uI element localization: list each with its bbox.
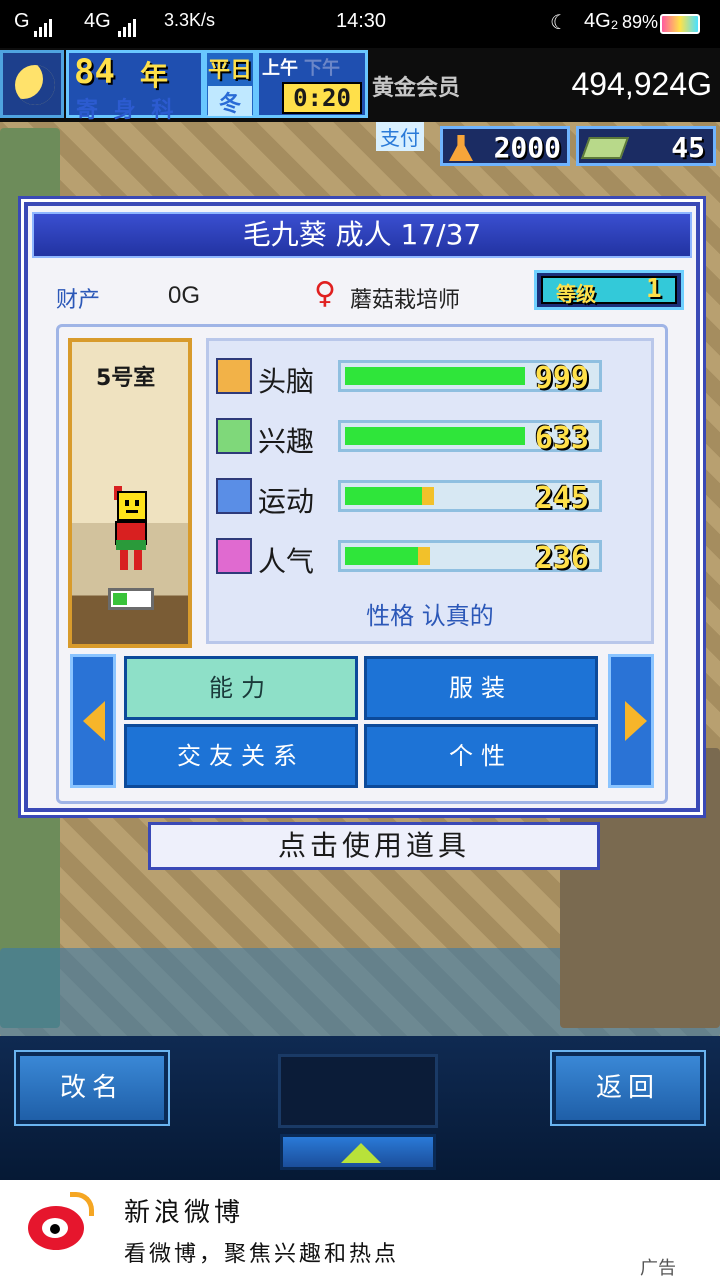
stat-bar: 236 xyxy=(338,540,602,576)
year-label: 年 xyxy=(140,59,169,92)
stat-name: 兴趣 xyxy=(258,425,315,458)
tab-personality[interactable]: 个性 xyxy=(364,724,598,788)
year-value: 84 xyxy=(74,52,115,92)
stat-value: 633 xyxy=(534,421,589,456)
vip-label: 黄金会员 xyxy=(372,76,461,101)
am-label: 上午 xyxy=(262,58,298,79)
flask-icon xyxy=(449,135,473,161)
dialog-title: 毛九葵 成人 17/37 xyxy=(32,212,692,258)
day-type: 平日 xyxy=(208,58,253,83)
status-time: 14:30 xyxy=(336,10,387,32)
room-label: 5号室 xyxy=(96,366,156,391)
stat-value: 245 xyxy=(534,481,589,516)
stat-value: 236 xyxy=(534,541,589,576)
carrier-1: G xyxy=(14,10,30,32)
ticket-value: 45 xyxy=(671,131,705,164)
center-slot xyxy=(278,1054,438,1128)
weekday-strip: 寄 身 科 xyxy=(76,98,178,123)
job-label: 蘑菇栽培师 xyxy=(350,288,461,313)
arrow-right-icon xyxy=(625,701,647,741)
moon-icon: ☾ xyxy=(550,12,568,34)
pm-label: 下午 xyxy=(304,58,340,79)
prev-character-button[interactable] xyxy=(70,654,116,788)
stat-value: 999 xyxy=(534,361,589,396)
stat-name: 运动 xyxy=(258,485,315,518)
stat-row-interest: 兴趣 633 xyxy=(212,416,604,458)
tab-friendship[interactable]: 交友关系 xyxy=(124,724,358,788)
research-points-box[interactable]: 2000 xyxy=(440,126,570,166)
battery-percent: 89% xyxy=(622,12,659,32)
brain-icon xyxy=(216,358,252,394)
network-type: 4G₂ xyxy=(584,10,619,32)
level-label: 等级 xyxy=(556,282,596,306)
carrier-2: 4G xyxy=(84,10,111,32)
status-bar: G 4G 3.3K/s 14:30 ☾ 4G₂ 89% xyxy=(0,0,720,48)
ticket-box[interactable]: 45 xyxy=(576,126,716,166)
sport-icon xyxy=(216,478,252,514)
personality-label: 性格 认真的 xyxy=(366,602,494,630)
stat-name: 人气 xyxy=(258,545,315,578)
tab-ability[interactable]: 能力 xyxy=(124,656,358,720)
pay-label: 支付 xyxy=(376,122,424,151)
back-button[interactable]: 返回 xyxy=(552,1052,704,1124)
stat-row-brain: 头脑 999 xyxy=(212,356,604,398)
ad-title[interactable]: 新浪微博 xyxy=(124,1192,244,1229)
use-item-button[interactable]: 点击使用道具 xyxy=(148,822,600,870)
signal-1-icon xyxy=(34,14,54,37)
popularity-icon xyxy=(216,538,252,574)
tab-clothing[interactable]: 服装 xyxy=(364,656,598,720)
next-character-button[interactable] xyxy=(608,654,654,788)
interest-icon xyxy=(216,418,252,454)
night-moon-icon xyxy=(0,50,64,118)
stamina-battery-icon xyxy=(108,588,154,610)
arrow-up-icon xyxy=(341,1143,381,1163)
stat-bar: 245 xyxy=(338,480,602,516)
money-display: 494,924G xyxy=(571,66,712,102)
weibo-logo-icon[interactable] xyxy=(20,1188,100,1268)
ticket-icon xyxy=(580,137,630,159)
stat-bar: 999 xyxy=(338,360,602,396)
game-clock: 0:20 xyxy=(282,82,362,114)
stat-row-popularity: 人气 236 xyxy=(212,536,604,578)
level-value: 1 xyxy=(646,274,662,304)
season-label: 冬 xyxy=(208,86,252,117)
signal-2-icon xyxy=(118,14,138,37)
expand-up-button[interactable] xyxy=(280,1134,436,1170)
research-points-value: 2000 xyxy=(493,131,561,164)
ad-tag: 广告 xyxy=(640,1258,676,1279)
rename-button[interactable]: 改名 xyxy=(16,1052,168,1124)
stat-name: 头脑 xyxy=(258,365,315,398)
character-sprite xyxy=(114,486,147,570)
ad-subtitle[interactable]: 看微博，聚焦兴趣和热点 xyxy=(124,1236,399,1268)
stat-bar: 633 xyxy=(338,420,602,456)
network-speed: 3.3K/s xyxy=(164,10,216,30)
asset-value: 0G xyxy=(168,282,201,309)
female-icon: ♀ xyxy=(314,276,336,311)
arrow-left-icon xyxy=(83,701,105,741)
asset-label: 财产 xyxy=(56,288,101,313)
stat-row-sport: 运动 245 xyxy=(212,476,604,518)
battery-icon xyxy=(660,14,700,34)
